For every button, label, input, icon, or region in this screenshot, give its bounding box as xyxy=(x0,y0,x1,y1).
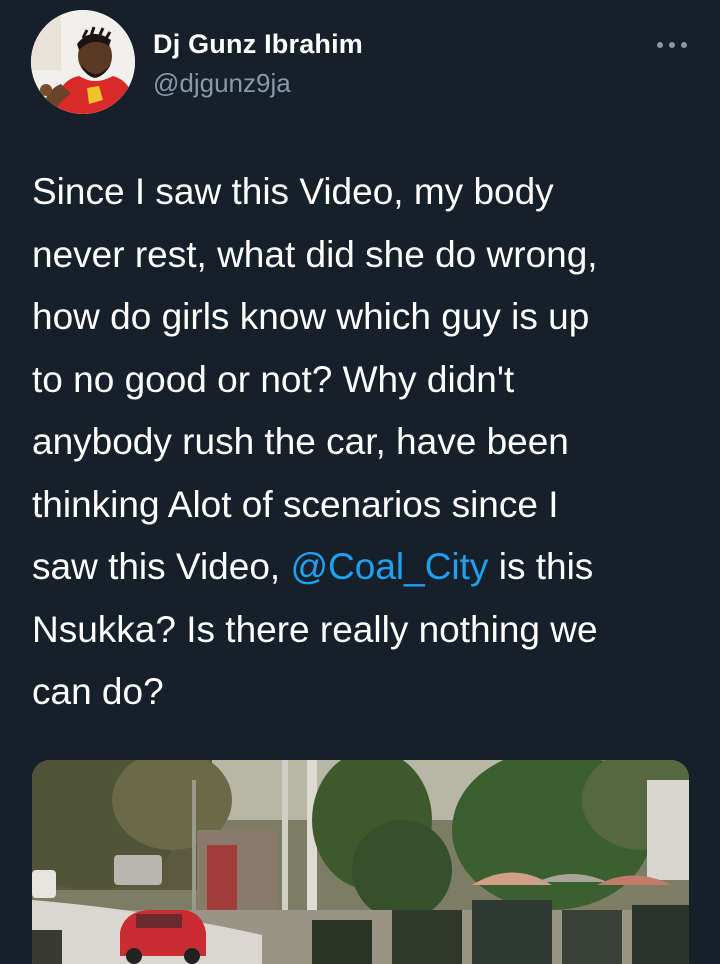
avatar-photo-icon xyxy=(31,10,135,114)
tweet-card: Dj Gunz Ibrahim @djgunz9ja Since I saw t… xyxy=(0,0,720,964)
mention-link[interactable]: @Coal_City xyxy=(290,546,488,587)
tweet-text-line: Nsukka? Is there really nothing we xyxy=(32,608,598,650)
tweet-text-line: anybody rush the car, have been xyxy=(32,421,569,462)
tweet-text-segment: is this xyxy=(488,546,594,587)
tweet-video-media[interactable] xyxy=(32,760,689,964)
more-options-icon[interactable] xyxy=(652,30,692,60)
tweet-text-line: saw this Video, @Coal_City is this xyxy=(32,536,692,599)
tweet-text-line: Since I saw this Video, my body xyxy=(32,171,554,212)
tweet-text-line: can do? xyxy=(32,671,164,712)
street-scene-thumbnail-icon xyxy=(32,760,689,964)
tweet-text-line: how do girls know which guy is up xyxy=(32,296,590,337)
tweet-text-line: never rest, what did she do wrong, xyxy=(32,233,598,275)
tweet-text-line: thinking Alot of scenarios since I xyxy=(32,483,559,525)
author-avatar[interactable] xyxy=(31,10,135,114)
author-handle[interactable]: @djgunz9ja xyxy=(153,68,291,99)
tweet-text: Since I saw this Video, my body never re… xyxy=(32,161,692,724)
tweet-text-line: to no good or not? Why didn't xyxy=(32,358,515,400)
author-display-name[interactable]: Dj Gunz Ibrahim xyxy=(153,29,363,60)
tweet-text-segment: saw this Video, xyxy=(32,546,291,587)
